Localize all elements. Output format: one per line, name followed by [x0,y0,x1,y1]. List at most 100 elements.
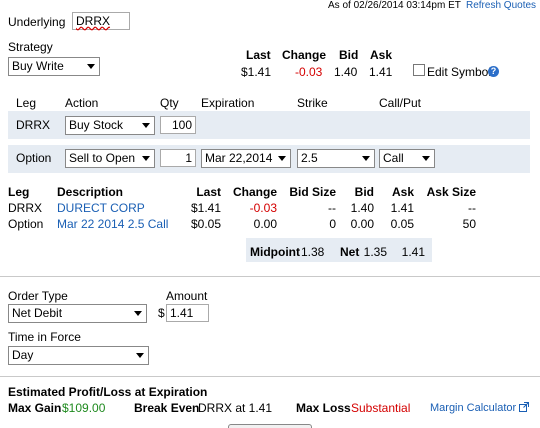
edit-symbol-checkbox[interactable] [413,64,425,76]
detail-row2-change: 0.00 [253,217,277,231]
chevron-down-icon [278,156,286,161]
detail-row2-last: $0.05 [190,217,221,231]
break-even-value: DRRX at 1.41 [198,401,273,415]
chevron-down-icon [142,156,150,161]
leg-header-strike: Strike [297,96,328,110]
detail-header-last: Last [196,185,221,199]
section-divider [0,276,540,277]
quote-last: $1.41 [241,65,272,79]
edit-symbol-label: Edit Symbol [427,65,492,79]
margin-calculator-label: Margin Calculator [430,402,517,414]
detail-row1-leg: DRRX [8,201,43,215]
strategy-value: Buy Write [12,59,64,73]
currency-symbol: $ [158,306,165,320]
detail-row1-change: -0.03 [249,201,277,215]
action-button-partial[interactable] [228,424,312,428]
detail-header-bid-size: Bid Size [289,185,336,199]
leg2-qty-input[interactable]: 1 [160,149,196,167]
quote-header-bid: Bid [339,48,359,62]
amount-input[interactable]: 1.41 [166,304,209,322]
detail-row1-bid-size: -- [328,201,336,215]
leg1-action-value: Buy Stock [69,118,124,132]
leg-header-leg: Leg [16,96,37,110]
detail-row2-ask: 0.05 [390,217,414,231]
leg2-name: Option [16,151,52,165]
quote-change: -0.03 [295,65,323,79]
quote-header-last: Last [246,48,271,62]
leg2-expiration-select[interactable]: Mar 22,2014 [201,149,291,168]
order-type-label: Order Type [8,289,68,303]
tif-select[interactable]: Day [8,346,149,365]
tif-label: Time in Force [8,330,81,344]
chevron-down-icon [422,156,430,161]
leg2-callput-value: Call [383,151,404,165]
underlying-label: Underlying [8,15,66,29]
leg1-qty-value: 100 [171,118,192,132]
detail-header-leg: Leg [8,185,30,199]
help-icon[interactable]: ? [488,66,499,77]
leg1-action-select[interactable]: Buy Stock [65,116,155,135]
quote-header-ask: Ask [370,48,393,62]
max-gain-value: $109.00 [62,401,106,415]
detail-row1-last: $1.41 [190,201,221,215]
leg-header-action: Action [65,96,99,110]
max-loss-value: Substantial [351,401,411,415]
midpoint-label: Midpoint [250,245,300,259]
detail-header-ask-size: Ask Size [426,185,476,199]
leg2-strike-select[interactable]: 2.5 [297,149,375,168]
leg2-action-select[interactable]: Sell to Open [65,149,155,168]
quote-header-change: Change [282,48,327,62]
section-divider [0,376,540,377]
refresh-quotes-link[interactable]: Refresh Quotes [466,0,536,11]
quote-bid: 1.40 [334,65,358,79]
chevron-down-icon [136,353,144,358]
leg-header-expiration: Expiration [201,96,255,110]
leg2-strike-value: 2.5 [301,151,318,165]
pl-title: Estimated Profit/Loss at Expiration [8,385,208,399]
max-gain-label: Max Gain [8,401,62,415]
quote-ask: 1.41 [369,65,393,79]
chevron-down-icon [142,123,150,128]
margin-calculator-link[interactable]: Margin Calculator [430,402,530,414]
chevron-down-icon [134,311,142,316]
leg1-qty-input[interactable]: 100 [160,116,196,134]
order-type-select[interactable]: Net Debit [8,304,147,323]
underlying-value: DRRX [76,14,111,28]
detail-row1-ask: 1.41 [390,201,414,215]
order-type-value: Net Debit [12,306,63,320]
external-link-icon [519,402,530,412]
chevron-down-icon [362,156,370,161]
strategy-select[interactable]: Buy Write [8,57,100,76]
detail-row2-leg: Option [8,217,44,231]
detail-row2-description-link[interactable]: Mar 22 2014 2.5 Call [57,217,168,231]
leg1-name: DRRX [16,118,51,132]
max-loss-label: Max Loss [296,401,351,415]
as-of-timestamp: As of 02/26/2014 03:14pm ET [328,0,461,11]
leg2-expiration-value: Mar 22,2014 [205,151,273,165]
detail-row2-ask-size: 50 [462,217,476,231]
detail-row1-ask-size: -- [468,201,476,215]
detail-header-description: Description [57,185,124,199]
break-even-label: Break Even [134,401,200,415]
net-ask: 1.41 [401,245,425,259]
detail-row1-bid: 1.40 [350,201,374,215]
net-bid: 1.35 [363,245,387,259]
detail-header-change: Change [232,185,277,199]
leg2-qty-value: 1 [185,151,192,165]
leg2-callput-select[interactable]: Call [379,149,435,168]
strategy-label: Strategy [8,40,53,54]
detail-row2-bid: 0.00 [350,217,374,231]
detail-row1-description-link[interactable]: DURECT CORP [57,201,145,215]
detail-row2-bid-size: 0 [329,217,336,231]
leg-header-qty: Qty [160,96,179,110]
chevron-down-icon [87,64,95,69]
midpoint-value: 1.38 [301,245,325,259]
leg2-action-value: Sell to Open [69,151,136,165]
underlying-input[interactable]: DRRX [72,12,130,30]
detail-header-bid: Bid [354,185,374,199]
tif-value: Day [12,348,34,362]
amount-label: Amount [166,289,208,303]
detail-header-ask: Ask [391,185,414,199]
leg-header-callput: Call/Put [379,96,422,110]
amount-value: 1.41 [170,306,194,320]
